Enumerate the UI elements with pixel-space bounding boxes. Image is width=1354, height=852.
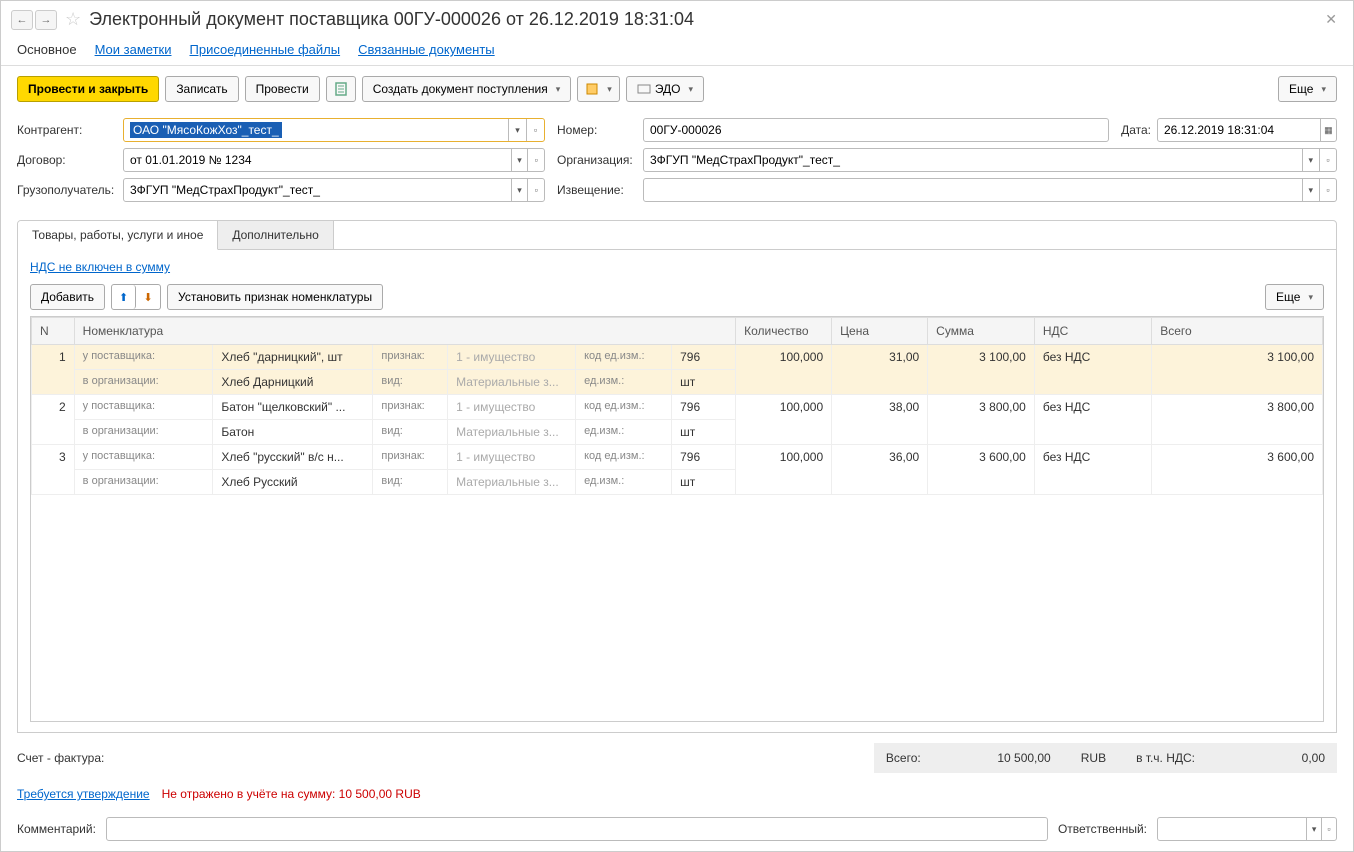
calendar-icon[interactable]: ▦ <box>1320 119 1336 141</box>
not-reflected-text: Не отражено в учёте на сумму: 10 500,00 … <box>162 787 421 801</box>
nav-back-button[interactable]: ← <box>11 10 33 30</box>
consignee-input[interactable]: ▾ ▫ <box>123 178 545 202</box>
contract-label: Договор: <box>17 153 117 167</box>
dropdown-icon[interactable]: ▾ <box>1306 818 1321 840</box>
contract-input[interactable]: ▾ ▫ <box>123 148 545 172</box>
number-label: Номер: <box>557 123 637 137</box>
attach-icon-button[interactable] <box>577 76 620 102</box>
dropdown-icon[interactable]: ▾ <box>1302 149 1319 171</box>
responsible-input[interactable]: ▾ ▫ <box>1157 817 1337 841</box>
table-row[interactable]: 2 у поставщика:Батон "щелковский" ... пр… <box>32 395 1323 420</box>
open-icon[interactable]: ▫ <box>1319 179 1336 201</box>
approval-link[interactable]: Требуется утверждение <box>17 787 150 801</box>
open-icon[interactable]: ▫ <box>1321 818 1336 840</box>
dropdown-icon[interactable]: ▾ <box>511 179 528 201</box>
nav-forward-button[interactable]: → <box>35 10 57 30</box>
post-button[interactable]: Провести <box>245 76 320 102</box>
counterparty-label: Контрагент: <box>17 123 117 137</box>
col-vat[interactable]: НДС <box>1034 318 1151 345</box>
tab-main[interactable]: Основное <box>17 42 77 57</box>
move-up-button[interactable]: ⬆ <box>112 285 136 309</box>
subtab-goods[interactable]: Товары, работы, услуги и иное <box>18 221 218 250</box>
comment-input[interactable] <box>106 817 1048 841</box>
col-sum[interactable]: Сумма <box>928 318 1035 345</box>
favorite-star-icon[interactable]: ☆ <box>65 9 81 30</box>
document-icon <box>334 82 348 96</box>
open-icon[interactable]: ▫ <box>527 179 544 201</box>
move-down-button[interactable]: ⬇ <box>136 285 160 309</box>
consignee-label: Грузополучатель: <box>17 183 117 197</box>
col-qty[interactable]: Количество <box>736 318 832 345</box>
number-input[interactable] <box>643 118 1109 142</box>
clip-icon <box>585 82 599 96</box>
col-n[interactable]: N <box>32 318 75 345</box>
date-label: Дата: <box>1121 123 1151 137</box>
col-price[interactable]: Цена <box>832 318 928 345</box>
totals-box: Всего: 10 500,00 RUB в т.ч. НДС: 0,00 <box>874 743 1337 773</box>
edo-icon <box>637 82 651 96</box>
set-nomenclature-attr-button[interactable]: Установить признак номенклатуры <box>167 284 383 310</box>
comment-label: Комментарий: <box>17 822 96 836</box>
table-more-button[interactable]: Еще <box>1265 284 1324 310</box>
tab-files[interactable]: Присоединенные файлы <box>190 42 341 57</box>
save-button[interactable]: Записать <box>165 76 238 102</box>
date-input[interactable]: ▦ <box>1157 118 1337 142</box>
col-total[interactable]: Всего <box>1152 318 1323 345</box>
notice-input[interactable]: ▾ ▫ <box>643 178 1337 202</box>
report-icon-button[interactable] <box>326 76 356 102</box>
dropdown-icon[interactable]: ▾ <box>1302 179 1319 201</box>
org-input[interactable]: ▾ ▫ <box>643 148 1337 172</box>
responsible-label: Ответственный: <box>1058 822 1147 836</box>
dropdown-icon[interactable]: ▾ <box>511 149 528 171</box>
invoice-label: Счет - фактура: <box>17 751 104 765</box>
tab-related[interactable]: Связанные документы <box>358 42 495 57</box>
org-label: Организация: <box>557 153 637 167</box>
col-nomenclature[interactable]: Номенклатура <box>74 318 735 345</box>
open-icon[interactable]: ▫ <box>526 119 544 141</box>
dropdown-icon[interactable]: ▾ <box>508 119 526 141</box>
table-row[interactable]: 3 у поставщика:Хлеб "русский" в/с н... п… <box>32 445 1323 470</box>
more-button[interactable]: Еще <box>1278 76 1337 102</box>
page-title: Электронный документ поставщика 00ГУ-000… <box>89 9 1311 30</box>
add-row-button[interactable]: Добавить <box>30 284 105 310</box>
counterparty-input[interactable]: ОАО "МясоКожХоз"_тест_ ▾ ▫ <box>123 118 545 142</box>
post-and-close-button[interactable]: Провести и закрыть <box>17 76 159 102</box>
open-icon[interactable]: ▫ <box>527 149 544 171</box>
tab-notes[interactable]: Мои заметки <box>95 42 172 57</box>
subtab-extra[interactable]: Дополнительно <box>218 221 333 249</box>
close-icon[interactable]: ✕ <box>1319 11 1343 28</box>
table-row[interactable]: 1 у поставщика:Хлеб "дарницкий", шт приз… <box>32 345 1323 370</box>
edo-button[interactable]: ЭДО <box>626 76 704 102</box>
notice-label: Извещение: <box>557 183 637 197</box>
vat-mode-link[interactable]: НДС не включен в сумму <box>30 260 1324 274</box>
create-receipt-button[interactable]: Создать документ поступления <box>362 76 572 102</box>
open-icon[interactable]: ▫ <box>1319 149 1336 171</box>
